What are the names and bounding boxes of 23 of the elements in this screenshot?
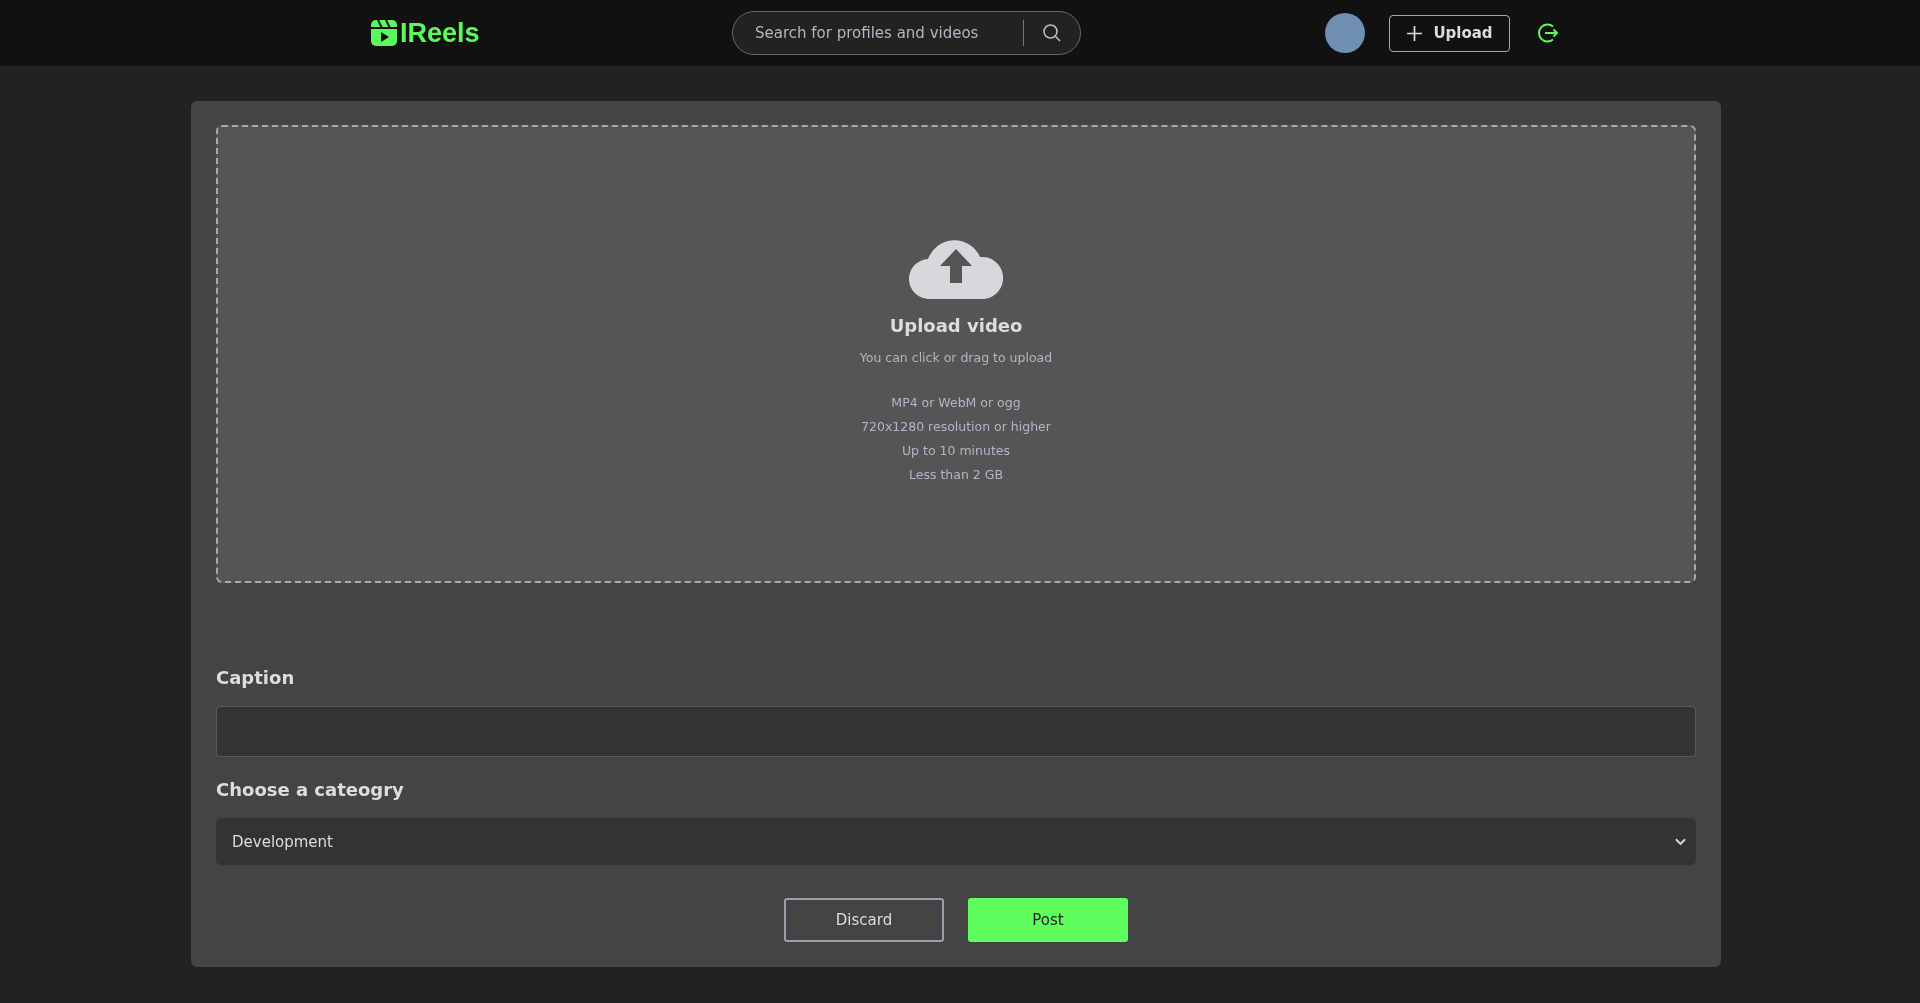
category-select[interactable]: Development: [216, 818, 1696, 865]
clapperboard-play-icon: [370, 18, 398, 48]
caption-input[interactable]: [216, 706, 1696, 757]
requirement-text: 720x1280 resolution or higher: [861, 418, 1051, 436]
search-icon[interactable]: [1042, 23, 1062, 43]
logo[interactable]: IReels: [370, 17, 732, 49]
post-button[interactable]: Post: [968, 898, 1128, 942]
upload-button[interactable]: Upload: [1389, 14, 1510, 52]
upload-hint: You can click or drag to upload: [859, 350, 1053, 365]
dropzone[interactable]: Upload video You can click or drag to upload MP4 or WebM or ogg 720x1280 resolution or higher Up to 10 minutes Less than 2 GB: [216, 125, 1696, 583]
upload-title: Upload video: [889, 315, 1023, 336]
requirement-text: MP4 or WebM or ogg: [891, 394, 1021, 412]
discard-button[interactable]: Discard: [784, 898, 944, 942]
caption-label: Caption: [216, 667, 296, 688]
avatar[interactable]: [1325, 13, 1365, 53]
logout-icon[interactable]: [1536, 21, 1560, 45]
search-bar[interactable]: Search for profiles and videos: [732, 11, 1081, 55]
category-label: Choose a cateogry: [216, 779, 405, 800]
chevron-down-icon: [1675, 837, 1686, 846]
search-input[interactable]: Search for profiles and videos: [753, 23, 1015, 43]
requirement-text: Less than 2 GB: [909, 466, 1003, 484]
requirement-text: Up to 10 minutes: [901, 442, 1010, 460]
plus-icon: [1406, 24, 1424, 42]
